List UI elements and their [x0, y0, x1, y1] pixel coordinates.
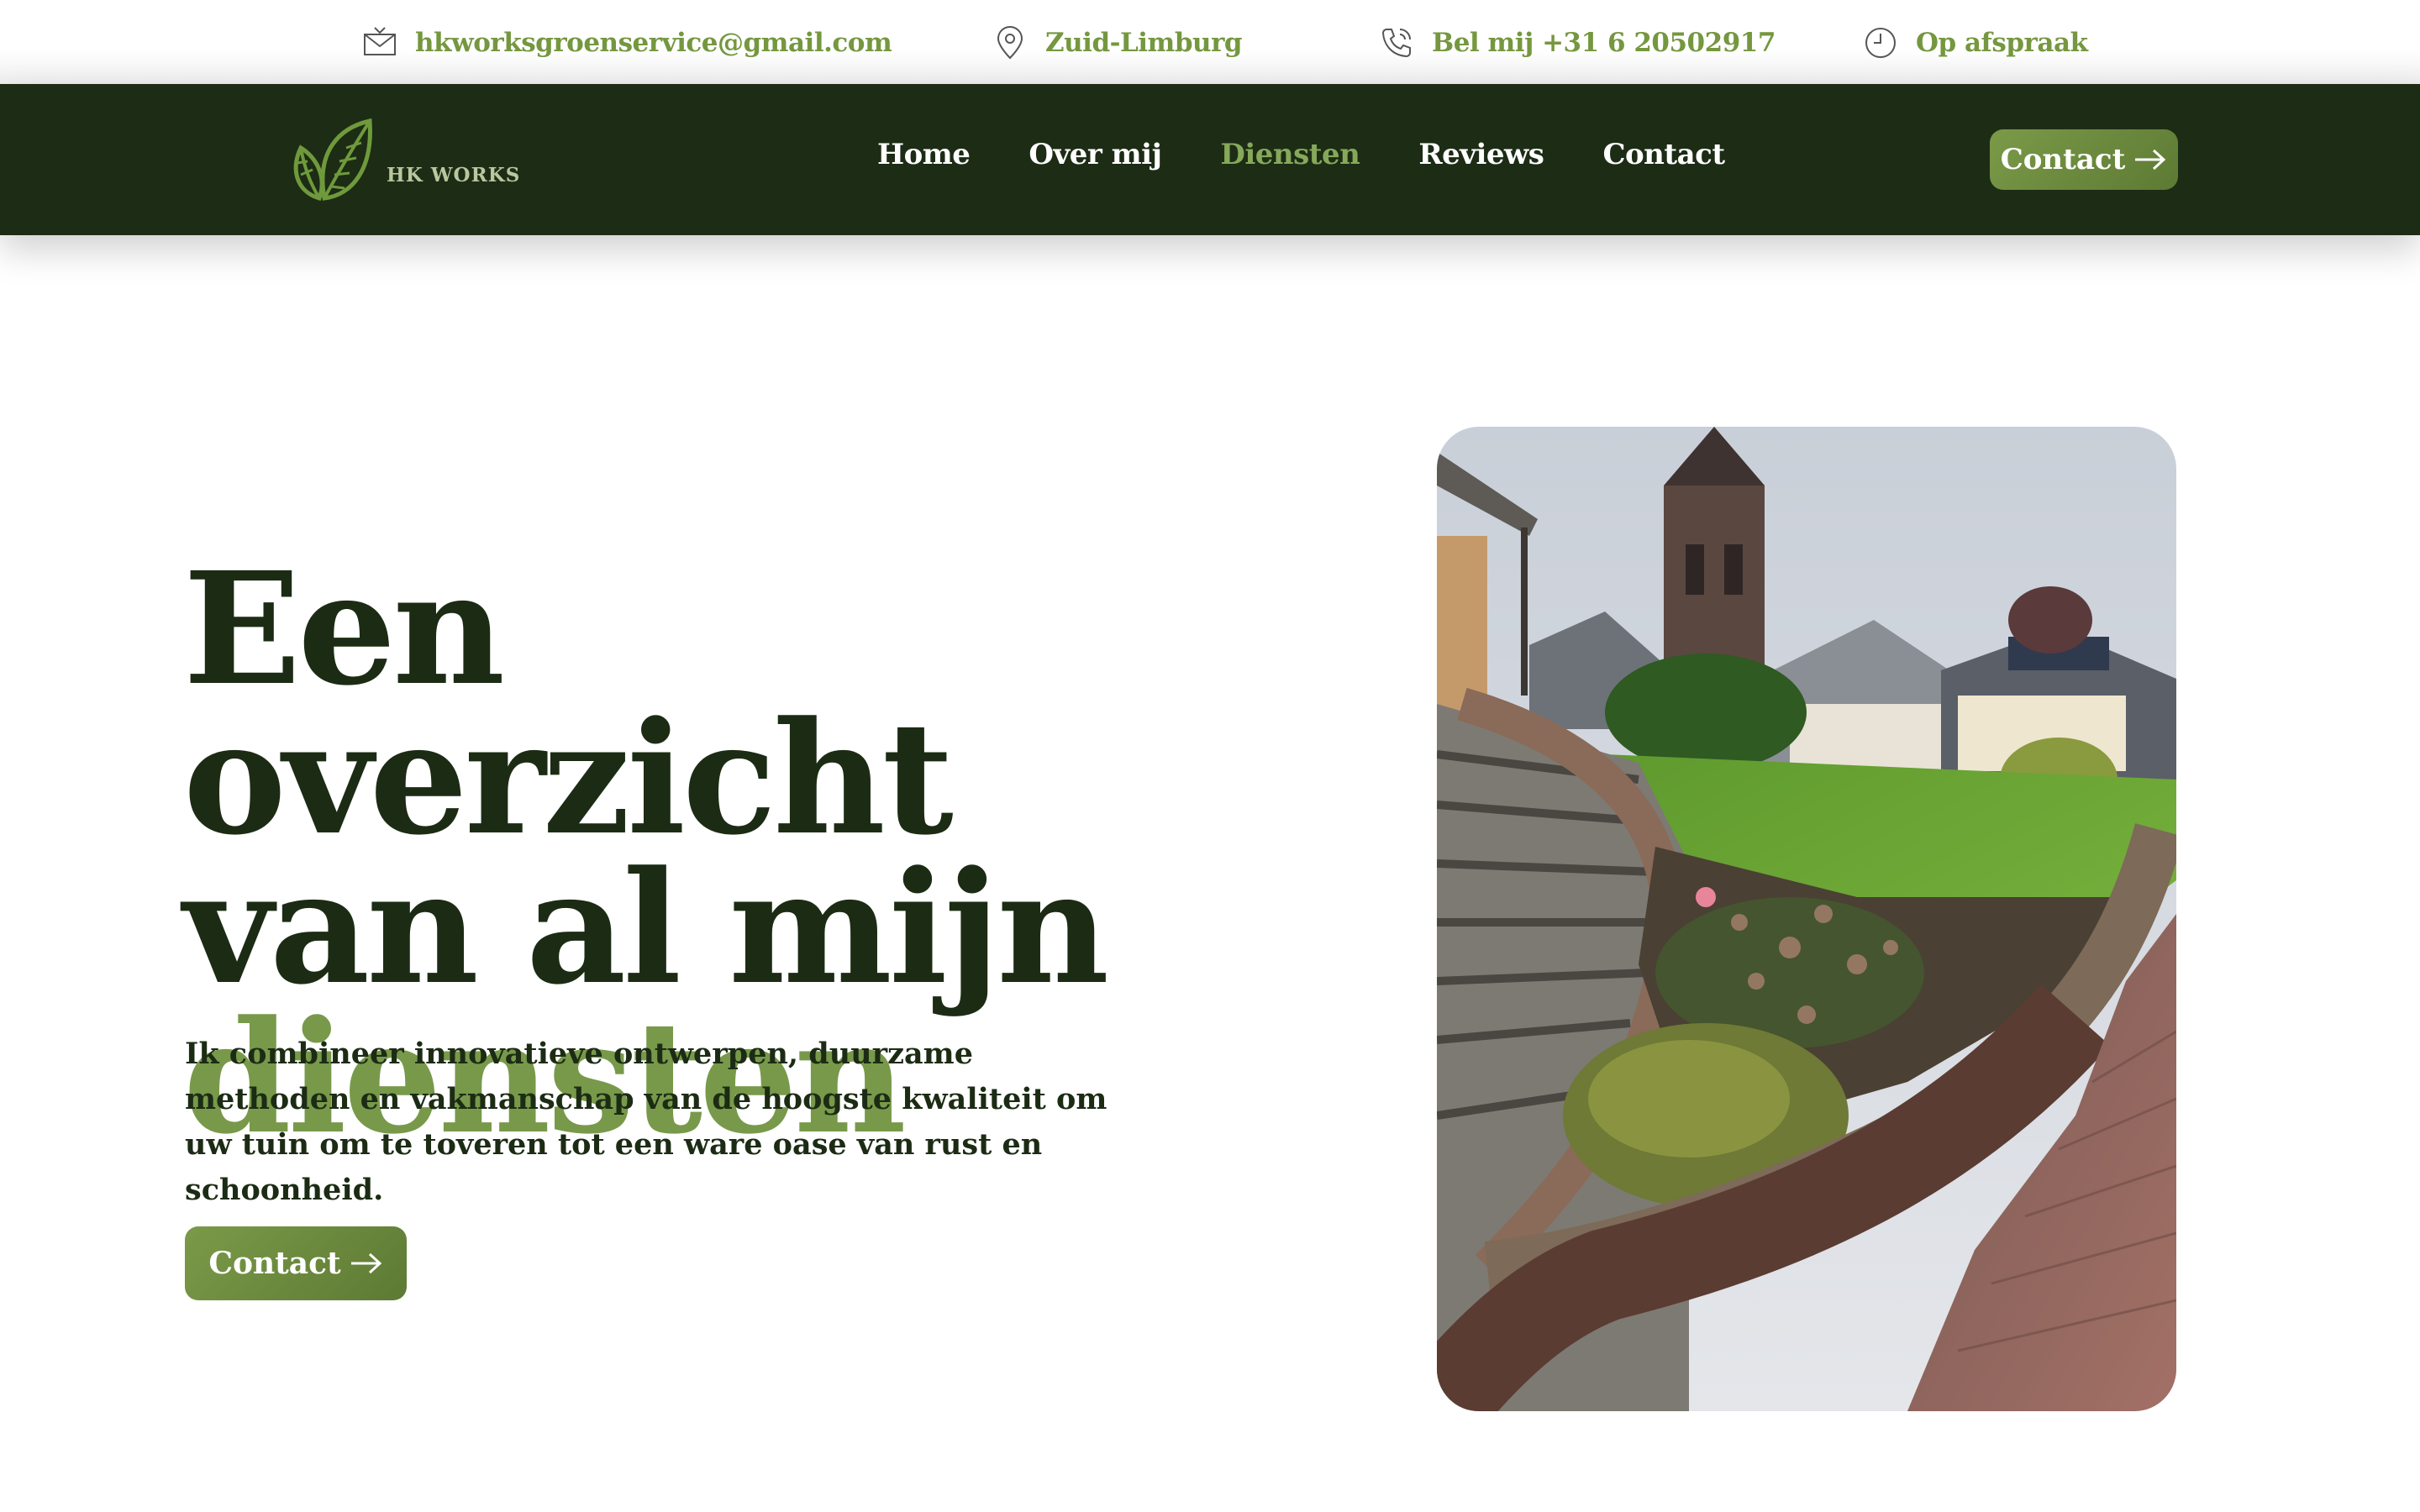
- hero-description: Ik combineer innovatieve ontwerpen, duur…: [185, 1037, 1107, 1207]
- nav-diensten[interactable]: Diensten: [1220, 138, 1360, 171]
- clock-icon: [1865, 28, 1896, 58]
- nav-reviews[interactable]: Reviews: [1418, 138, 1544, 171]
- nav-contact-button-label: Contact: [2000, 143, 2126, 176]
- nav-menu: Home Over mij Diensten Reviews Contact: [877, 138, 1725, 171]
- hero-title-line1: Een overzicht: [183, 538, 954, 869]
- garden-photo: [1437, 427, 2176, 1411]
- phone-icon: [1381, 29, 1411, 58]
- logo-text: HK WORKS: [387, 164, 521, 186]
- top-info-bar: hkworksgroenservice@gmail.com Zuid-Limbu…: [0, 0, 2420, 84]
- email-text: hkworksgroenservice@gmail.com: [415, 28, 892, 58]
- nav-home[interactable]: Home: [877, 138, 971, 171]
- hero-contact-button[interactable]: Contact: [185, 1226, 407, 1300]
- region-info: Zuid-Limburg: [992, 24, 1243, 62]
- arrow-right-icon: [2135, 149, 2166, 171]
- main-navbar: HK WORKS Home Over mij Diensten Reviews …: [0, 84, 2420, 235]
- site-logo[interactable]: HK WORKS: [286, 114, 520, 205]
- garden-photo-image: [1437, 427, 2176, 1411]
- phone-info[interactable]: Bel mij +31 6 20502917: [1378, 24, 1776, 62]
- hero-contact-button-label: Contact: [208, 1246, 341, 1281]
- arrow-right-icon: [350, 1252, 381, 1274]
- hours-info: Op afspraak: [1862, 24, 2088, 62]
- email-info[interactable]: hkworksgroenservice@gmail.com: [361, 24, 892, 62]
- region-text: Zuid-Limburg: [1045, 28, 1243, 58]
- leaf-logo-icon: [293, 118, 372, 202]
- nav-contact-button[interactable]: Contact: [1990, 129, 2178, 190]
- map-pin-icon: [997, 26, 1023, 60]
- nav-over-mij[interactable]: Over mij: [1028, 138, 1161, 171]
- phone-text: Bel mij +31 6 20502917: [1432, 28, 1776, 58]
- nav-contact[interactable]: Contact: [1602, 138, 1725, 171]
- hours-text: Op afspraak: [1916, 28, 2088, 58]
- envelope-icon: [364, 27, 396, 55]
